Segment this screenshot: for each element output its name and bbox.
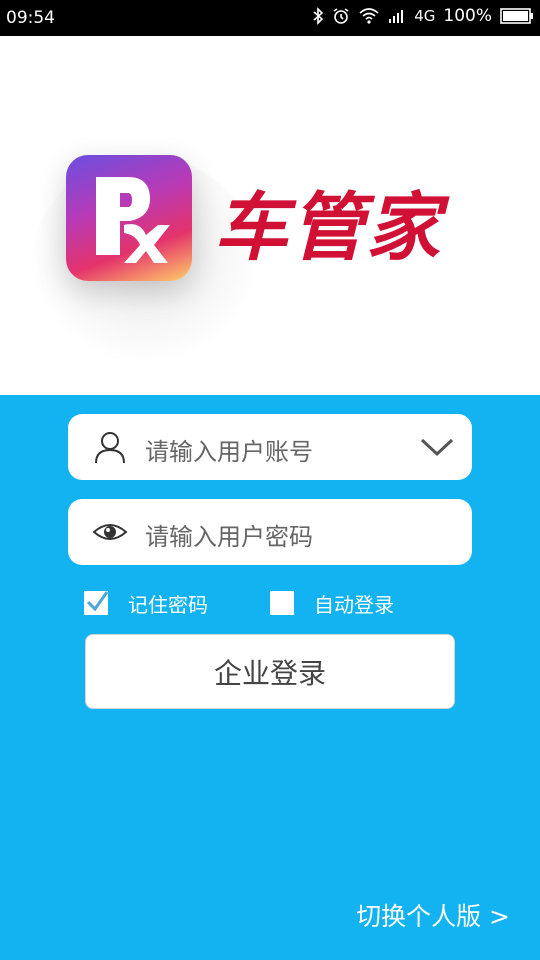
checkmark-icon bbox=[86, 591, 109, 612]
auto-login-checkbox[interactable] bbox=[270, 591, 294, 615]
status-time: 09:54 bbox=[6, 8, 55, 28]
user-icon bbox=[95, 432, 125, 464]
battery-percent: 100% bbox=[443, 6, 492, 26]
remember-password-label: 记住密码 bbox=[128, 592, 208, 617]
enterprise-login-button[interactable]: 企业登录 bbox=[85, 634, 455, 709]
auto-login-row[interactable]: 自动登录 bbox=[270, 588, 394, 618]
status-bar: 09:54 4G 100% bbox=[0, 0, 540, 36]
signal-icon bbox=[389, 10, 404, 23]
remember-password-row[interactable]: 记住密码 bbox=[84, 588, 208, 618]
account-input[interactable]: 请输入用户账号 bbox=[145, 432, 313, 467]
account-field[interactable]: 请输入用户账号 bbox=[68, 414, 472, 480]
chevron-down-icon[interactable] bbox=[420, 434, 454, 460]
battery-icon bbox=[500, 8, 533, 24]
eye-icon[interactable] bbox=[92, 514, 128, 550]
wifi-icon bbox=[359, 8, 379, 24]
logo-header: 车管家 bbox=[0, 36, 540, 395]
login-panel: 请输入用户账号 请输入用户密码 记住密码 自动登录 企业登录 切换个人版 > bbox=[0, 395, 540, 960]
remember-password-checkbox[interactable] bbox=[84, 591, 109, 615]
network-type: 4G bbox=[414, 7, 436, 25]
app-logo-icon bbox=[66, 155, 192, 281]
password-field[interactable]: 请输入用户密码 bbox=[68, 499, 472, 565]
password-input[interactable]: 请输入用户密码 bbox=[145, 517, 313, 552]
switch-personal-link[interactable]: 切换个人版 > bbox=[356, 897, 510, 933]
logo-glyph-icon bbox=[96, 177, 170, 263]
alarm-icon bbox=[333, 8, 349, 24]
bluetooth-icon bbox=[313, 7, 324, 25]
status-icons: 4G 100% bbox=[312, 6, 534, 26]
app-name: 车管家 bbox=[214, 185, 442, 271]
auto-login-label: 自动登录 bbox=[314, 592, 394, 617]
